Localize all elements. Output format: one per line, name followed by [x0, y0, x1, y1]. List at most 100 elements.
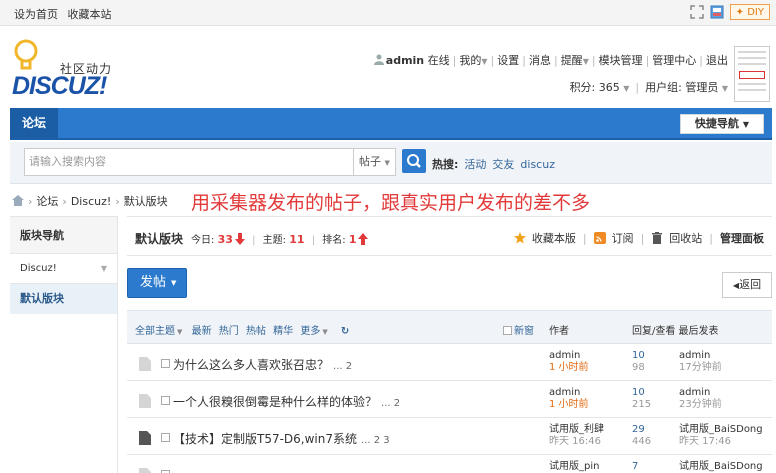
remind-caret-icon[interactable]: ▼: [583, 57, 589, 66]
hot-search-label: 热搜:: [432, 158, 459, 171]
module-mgmt-link[interactable]: 模块管理: [599, 54, 643, 67]
thread-author: admin 1 小时前: [549, 387, 589, 411]
sidebar-category[interactable]: Discuz! ▼: [10, 254, 117, 284]
my-menu[interactable]: 我的: [459, 54, 481, 67]
last-post-user[interactable]: 试用版_BaiSDong: [679, 424, 763, 435]
last-post: admin 17分钟前: [679, 350, 722, 374]
search-input[interactable]: 请输入搜索内容: [24, 148, 354, 176]
author-link[interactable]: 试用版_pin: [549, 461, 599, 472]
subscribe-link[interactable]: 订阅: [612, 230, 634, 246]
settings-link[interactable]: 设置: [497, 54, 519, 67]
thread-checkbox[interactable]: [161, 433, 170, 442]
favorite-board-link[interactable]: 收藏本版: [532, 230, 576, 246]
topics-count: 11: [289, 233, 305, 246]
hot-term-link[interactable]: 活动: [464, 158, 486, 171]
star-icon: [513, 232, 526, 244]
last-post-user[interactable]: admin: [679, 350, 710, 361]
quick-nav-caret-icon: ▼: [742, 120, 750, 129]
user-group-menu[interactable]: 用户组: 管理员: [645, 81, 718, 94]
bookmark-link[interactable]: 收藏本站: [68, 8, 112, 21]
breadcrumb-board[interactable]: 默认版块: [124, 195, 168, 208]
thread-checkbox[interactable]: [161, 359, 170, 368]
sidebar-category-label: Discuz!: [20, 263, 57, 274]
post-time: 昨天 16:46: [549, 436, 601, 447]
points-menu[interactable]: 积分: 365: [570, 81, 620, 94]
filter-caret-icon[interactable]: ▼: [177, 328, 182, 336]
post-time: 1 小时前: [549, 399, 589, 410]
thread-stats: 29 446: [632, 424, 651, 448]
breadcrumb-forum[interactable]: 论坛: [36, 195, 58, 208]
template-thumbnail[interactable]: [734, 46, 770, 102]
sidebar-item-default-board[interactable]: 默认版块: [10, 284, 117, 314]
recycle-bin-link[interactable]: 回收站: [669, 230, 702, 246]
points-caret-icon[interactable]: ▼: [623, 84, 629, 93]
thread-title-link[interactable]: 一个人很糗很倒霉是种什么样的体验？... 2: [173, 393, 400, 410]
admin-center-link[interactable]: 管理中心: [652, 54, 696, 67]
thread-pages[interactable]: ... 2: [333, 361, 352, 372]
author-link[interactable]: admin: [549, 387, 580, 398]
board-title: 默认版块: [135, 232, 184, 246]
diy-label: DIY: [747, 7, 764, 18]
thread-pages[interactable]: ... 2 3: [361, 435, 390, 446]
view-count: 446: [632, 436, 652, 447]
home-icon[interactable]: [12, 195, 24, 206]
new-window-checkbox[interactable]: [503, 326, 512, 335]
logo-en-text: DISCUZ!: [12, 72, 107, 100]
hot-term-link[interactable]: 交友: [492, 158, 514, 171]
filter-hot[interactable]: 热门: [219, 326, 239, 337]
new-post-button[interactable]: 发帖 ▼: [127, 268, 187, 298]
filter-all-topics[interactable]: 全部主题: [135, 326, 175, 337]
new-window-toggle[interactable]: 新窗: [503, 322, 534, 337]
group-caret-icon[interactable]: ▼: [722, 84, 728, 93]
site-logo[interactable]: 社区动力 DISCUZ!: [12, 38, 122, 100]
set-home-link[interactable]: 设为首页: [14, 8, 58, 21]
filter-more[interactable]: 更多: [300, 326, 320, 337]
arrow-up-icon: [358, 233, 369, 245]
fullscreen-icon[interactable]: [689, 5, 704, 19]
user-icon: [373, 54, 384, 65]
online-status: 在线: [427, 54, 450, 67]
filter-latest[interactable]: 最新: [192, 326, 212, 337]
filter-digest[interactable]: 精华: [273, 326, 293, 337]
user-menu: admin 在线 | 我的▼ | 设置 | 消息 | 提醒▼ | 模块管理 | 管理中心 | 退出: [373, 52, 728, 68]
last-post-time[interactable]: 23分钟前: [679, 399, 722, 411]
last-post-user[interactable]: 试用版_BaiSDong: [679, 461, 763, 472]
search-button[interactable]: [402, 149, 426, 173]
more-caret-icon[interactable]: ▼: [322, 328, 327, 336]
messages-link[interactable]: 消息: [529, 54, 551, 67]
logout-link[interactable]: 退出: [706, 54, 728, 67]
author-link[interactable]: admin: [549, 350, 580, 361]
view-count: 98: [632, 362, 645, 373]
hot-term-link[interactable]: discuz: [520, 158, 555, 171]
last-post-time[interactable]: 17分钟前: [679, 362, 722, 374]
last-post: 试用版_BaiSDong: [679, 461, 763, 473]
diy-button[interactable]: ✦ DIY: [729, 4, 770, 20]
quick-nav-button[interactable]: 快捷导航 ▼: [680, 114, 764, 134]
breadcrumb-discuz[interactable]: Discuz!: [71, 195, 111, 208]
board-stats: 今日: 33 | 主题: 11 | 排名: 1: [191, 231, 369, 246]
thread-checkbox[interactable]: [161, 396, 170, 405]
author-link[interactable]: 试用版_利肆: [549, 424, 604, 435]
back-button[interactable]: ◀返回: [722, 272, 772, 298]
search-type-select[interactable]: 帖子 ▼: [354, 148, 396, 176]
skin-icon[interactable]: [710, 5, 724, 19]
last-post-user[interactable]: admin: [679, 387, 710, 398]
rss-icon: [593, 232, 606, 244]
nav-forum-tab[interactable]: 论坛: [10, 108, 58, 138]
thread-title-link[interactable]: 为什么这么多人喜欢张召忠？... 2: [173, 356, 352, 373]
thread-title-link[interactable]: 【技术】定制版T57-D6,win7系统... 2 3: [173, 430, 390, 447]
refresh-icon[interactable]: ↻: [341, 326, 349, 337]
my-caret-icon[interactable]: ▼: [481, 57, 487, 66]
remind-menu[interactable]: 提醒: [561, 54, 583, 67]
last-post-time[interactable]: 昨天 17:46: [679, 436, 763, 448]
rank-value: 1: [348, 233, 357, 246]
filter-hot-posts[interactable]: 热帖: [246, 326, 266, 337]
admin-panel-link[interactable]: 管理面板: [720, 230, 764, 246]
annotation-text: 用采集器发布的帖子，跟真实用户发布的差不多: [191, 192, 591, 214]
username-link[interactable]: admin: [386, 54, 424, 67]
thread-pages[interactable]: ... 2: [381, 398, 400, 409]
points-line: 积分: 365 ▼ | 用户组: 管理员 ▼: [569, 81, 728, 94]
new-window-label: 新窗: [514, 326, 534, 337]
today-label: 今日:: [191, 235, 215, 246]
post-time: 1 小时前: [549, 362, 589, 373]
